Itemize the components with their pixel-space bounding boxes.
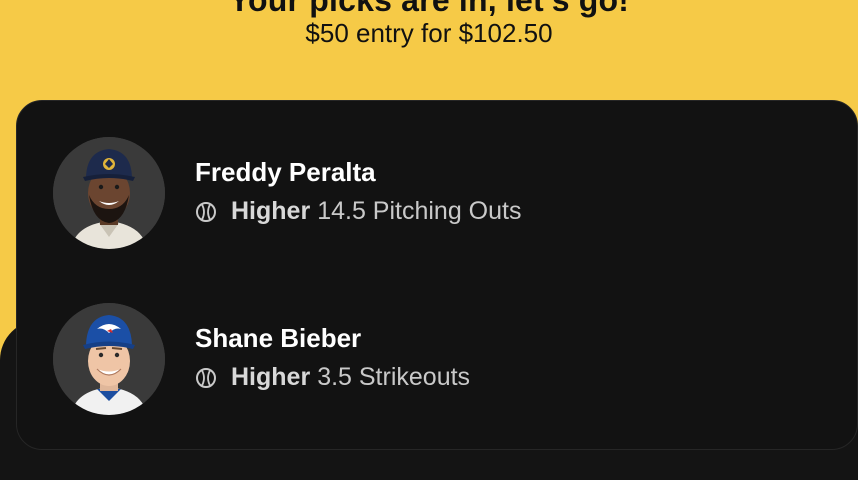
pick-row[interactable]: Freddy Peralta Higher 14.5 Pitching Outs bbox=[17, 137, 857, 249]
pick-line-value: 14.5 Pitching Outs bbox=[317, 197, 522, 225]
baseball-icon bbox=[195, 367, 217, 389]
player-name: Shane Bieber bbox=[195, 323, 362, 353]
baseball-icon bbox=[195, 201, 217, 223]
page-title: Your picks are in, let's go! bbox=[228, 0, 630, 18]
pick-row[interactable]: Shane Bieber Higher 3.5 Strikeouts bbox=[17, 303, 857, 415]
pick-detail: Higher 14.5 Pitching Outs bbox=[195, 197, 521, 226]
player-avatar bbox=[53, 303, 165, 415]
player-name: Freddy Peralta bbox=[195, 157, 376, 187]
picks-card: Freddy Peralta Higher 14.5 Pitching Outs bbox=[16, 100, 858, 450]
pick-direction: Higher bbox=[231, 197, 311, 225]
pick-direction: Higher bbox=[231, 363, 311, 391]
player-avatar bbox=[53, 137, 165, 249]
entry-summary: $50 entry for $102.50 bbox=[305, 18, 553, 48]
pick-detail: Higher 3.5 Strikeouts bbox=[195, 363, 470, 392]
pick-line-value: 3.5 Strikeouts bbox=[317, 363, 471, 391]
